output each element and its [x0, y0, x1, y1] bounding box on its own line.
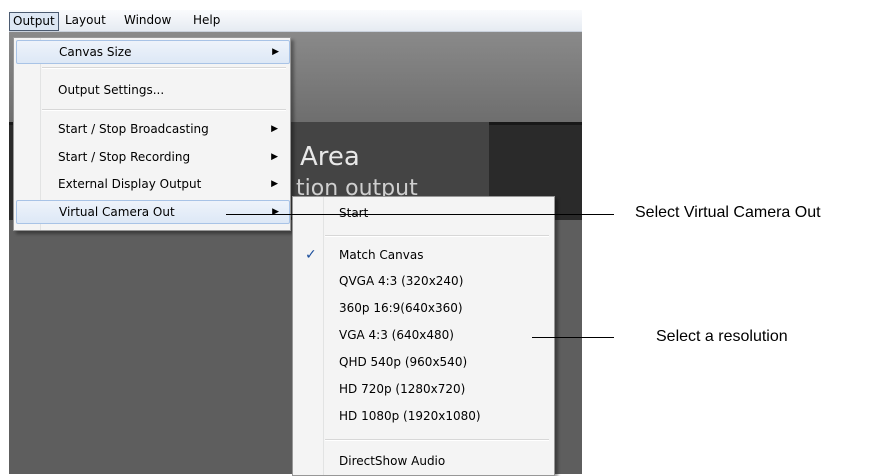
submenu-item-label: 360p 16:9(640x360)	[339, 301, 463, 315]
menu-item-start-stop-broadcasting[interactable]: Start / Stop Broadcasting ▶	[16, 118, 288, 140]
callout-select-virtual-camera: Select Virtual Camera Out	[635, 204, 821, 221]
menu-item-external-display-output[interactable]: External Display Output ▶	[16, 173, 288, 195]
submenu-arrow-icon: ▶	[272, 47, 279, 57]
submenu-item-label: Start	[339, 206, 369, 220]
submenu-item-label: Match Canvas	[339, 248, 424, 262]
menu-separator	[325, 235, 549, 237]
submenu-item-hd-720p[interactable]: HD 720p (1280x720)	[295, 377, 552, 401]
submenu-item-start[interactable]: Start	[295, 201, 552, 225]
callout-leader-line	[532, 337, 614, 338]
virtual-camera-submenu: Start ✓ Match Canvas QVGA 4:3 (320x240) …	[292, 196, 555, 476]
submenu-arrow-icon: ▶	[271, 124, 278, 134]
preview-title: Area	[300, 142, 360, 172]
submenu-item-vga[interactable]: VGA 4:3 (640x480)	[295, 323, 552, 347]
menu-item-label: Output Settings...	[58, 83, 165, 97]
submenu-item-qhd-540p[interactable]: QHD 540p (960x540)	[295, 350, 552, 374]
menu-separator	[42, 109, 286, 111]
menu-item-virtual-camera-out[interactable]: Virtual Camera Out ▶	[16, 200, 290, 224]
menu-item-output-settings[interactable]: Output Settings...	[16, 79, 288, 101]
submenu-item-label: VGA 4:3 (640x480)	[339, 328, 454, 342]
menu-item-canvas-size[interactable]: Canvas Size ▶	[16, 40, 290, 64]
menu-layout[interactable]: Layout	[65, 12, 106, 29]
menu-item-label: Virtual Camera Out	[59, 205, 175, 219]
submenu-item-hd-1080p[interactable]: HD 1080p (1920x1080)	[295, 404, 552, 428]
menu-separator	[325, 439, 549, 441]
menu-window[interactable]: Window	[124, 12, 171, 29]
menu-bar: Output Layout Window Help	[9, 10, 582, 32]
menu-item-start-stop-recording[interactable]: Start / Stop Recording ▶	[16, 146, 288, 168]
submenu-item-label: QHD 540p (960x540)	[339, 355, 468, 369]
menu-item-label: Start / Stop Recording	[58, 150, 191, 164]
submenu-arrow-icon: ▶	[271, 179, 278, 189]
submenu-item-label: DirectShow Audio	[339, 454, 446, 468]
callout-select-resolution: Select a resolution	[656, 328, 788, 345]
menu-item-label: External Display Output	[58, 177, 202, 191]
submenu-item-360p[interactable]: 360p 16:9(640x360)	[295, 296, 552, 320]
menu-output[interactable]: Output	[9, 12, 59, 31]
callout-leader-line	[226, 214, 614, 215]
menu-item-label: Start / Stop Broadcasting	[58, 122, 209, 136]
checkmark-icon: ✓	[305, 247, 317, 263]
submenu-arrow-icon: ▶	[272, 207, 279, 217]
submenu-item-label: HD 720p (1280x720)	[339, 382, 466, 396]
submenu-item-match-canvas[interactable]: ✓ Match Canvas	[295, 243, 552, 267]
submenu-item-label: QVGA 4:3 (320x240)	[339, 274, 464, 288]
submenu-item-label: HD 1080p (1920x1080)	[339, 409, 481, 423]
submenu-item-qvga[interactable]: QVGA 4:3 (320x240)	[295, 269, 552, 293]
submenu-item-directshow-audio[interactable]: DirectShow Audio	[295, 449, 552, 473]
menu-item-label: Canvas Size	[59, 45, 132, 59]
submenu-arrow-icon: ▶	[271, 152, 278, 162]
menu-help[interactable]: Help	[193, 12, 220, 29]
menu-separator	[42, 67, 286, 69]
output-menu-dropdown: Canvas Size ▶ Output Settings... Start /…	[13, 37, 291, 231]
